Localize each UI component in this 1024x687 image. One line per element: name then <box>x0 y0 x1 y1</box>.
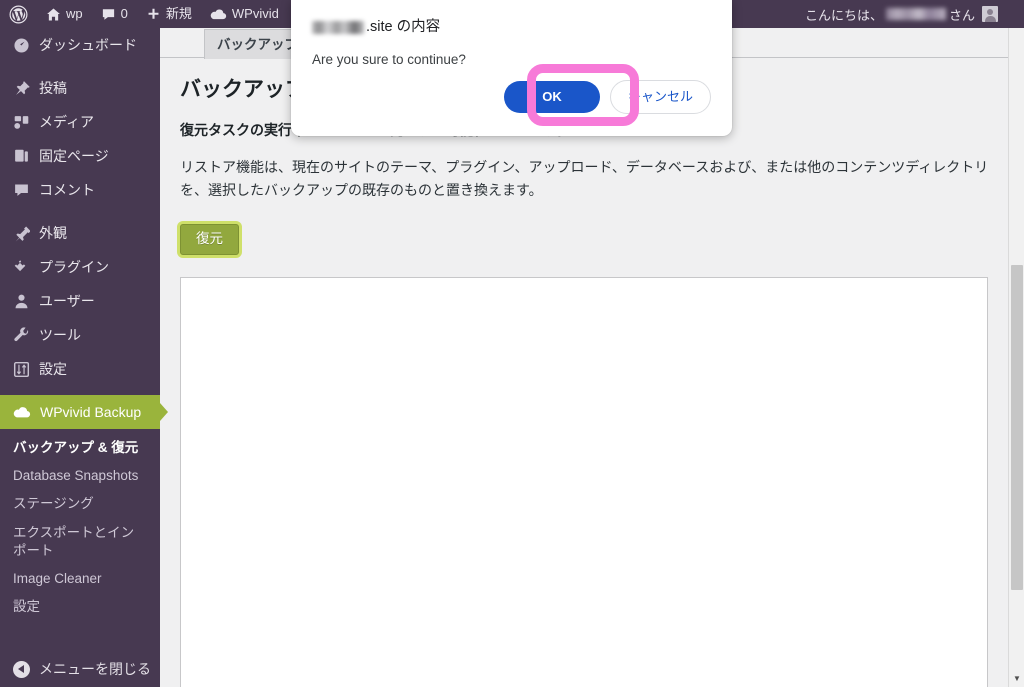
sidebar-item-label: 固定ページ <box>39 148 109 164</box>
scrollbar-thumb[interactable] <box>1011 265 1023 590</box>
site-name-label: wp <box>66 6 83 21</box>
sidebar-item-settings[interactable]: 設定 <box>0 352 160 386</box>
sidebar-item-label: ダッシュボード <box>39 37 137 53</box>
sidebar-item-label: プラグイン <box>39 259 109 275</box>
comments-menu[interactable]: 0 <box>92 0 137 28</box>
submenu-item-settings[interactable]: 設定 <box>0 593 160 621</box>
cloud-icon <box>13 405 31 420</box>
cancel-button[interactable]: キャンセル <box>609 80 711 115</box>
submenu-item-backup-restore[interactable]: バックアップ & 復元 <box>0 434 160 462</box>
sidebar-item-posts[interactable]: 投稿 <box>0 71 160 105</box>
sidebar-item-plugins[interactable]: プラグイン <box>0 250 160 284</box>
cloud-icon <box>210 7 227 22</box>
tools-icon <box>13 326 30 344</box>
greeting-suffix: さん <box>948 7 975 23</box>
wordpress-logo-menu[interactable] <box>0 0 37 28</box>
dialog-message: Are you sure to continue? <box>312 51 466 67</box>
scroll-down-arrow-icon[interactable]: ▼ <box>1009 670 1024 686</box>
plugin-icon <box>13 259 30 276</box>
sidebar-item-users[interactable]: ユーザー <box>0 284 160 318</box>
comment-bubble-icon <box>101 7 116 22</box>
site-name-menu[interactable]: wp <box>37 0 92 28</box>
dialog-title: .site の内容 <box>312 18 711 37</box>
blurred-site-domain <box>312 20 364 34</box>
sidebar-item-label: コメント <box>39 182 95 198</box>
new-content-label: 新規 <box>165 6 192 21</box>
submenu-item-staging[interactable]: ステージング <box>0 490 160 518</box>
home-icon <box>46 7 61 22</box>
greeting-prefix: こんにちは、 <box>804 7 883 23</box>
wpvivid-submenu: バックアップ & 復元 Database Snapshots ステージング エク… <box>0 429 160 625</box>
confirm-dialog: .site の内容 Are you sure to continue? OK キ… <box>291 0 732 136</box>
sidebar-item-appearance[interactable]: 外観 <box>0 216 160 250</box>
collapse-menu-button[interactable]: メニューを閉じる <box>0 659 151 679</box>
sidebar-item-tools[interactable]: ツール <box>0 318 160 352</box>
comment-icon <box>13 182 30 199</box>
sidebar-item-comments[interactable]: コメント <box>0 173 160 207</box>
dashboard-icon <box>13 37 30 54</box>
page-icon <box>13 148 30 165</box>
sidebar-item-label: メディア <box>39 114 95 130</box>
warning-lead-head: 復元タスクの実行中 <box>180 122 306 139</box>
blurred-username <box>885 8 946 20</box>
dialog-title-suffix: .site の内容 <box>366 19 441 35</box>
submenu-item-export-import[interactable]: エクスポートとインポート <box>0 519 160 565</box>
menu-separator <box>0 386 160 395</box>
app-root: wp 0 新規 WPvivid こんにちは、 さん ダッシュボード 投稿 メディ… <box>0 0 1024 687</box>
sidebar-item-media[interactable]: メディア <box>0 105 160 139</box>
menu-separator <box>0 207 160 216</box>
plus-icon <box>146 7 161 22</box>
sidebar-item-dashboard[interactable]: ダッシュボード <box>0 28 160 62</box>
wordpress-logo-icon <box>9 5 28 24</box>
comments-count: 0 <box>120 6 128 21</box>
backup-list-panel <box>180 277 988 687</box>
restore-description: リストア機能は、現在のサイトのテーマ、プラグイン、アップロード、データベースおよ… <box>180 159 989 199</box>
sidebar-item-label: 投稿 <box>39 80 67 96</box>
account-menu[interactable]: こんにちは、 さん <box>805 5 1024 24</box>
wpvivid-adminbar-menu[interactable]: WPvivid <box>201 0 288 28</box>
admin-sidebar: ダッシュボード 投稿 メディア 固定ページ コメント 外観 プラグイン ユーザー… <box>0 28 168 687</box>
collapse-menu-label: メニューを閉じる <box>39 661 151 677</box>
page-scrollbar[interactable]: ▲ ▼ <box>1008 0 1024 687</box>
sidebar-item-pages[interactable]: 固定ページ <box>0 139 160 173</box>
sidebar-item-label: ユーザー <box>39 293 95 309</box>
settings-icon <box>13 361 30 378</box>
dialog-actions: OK キャンセル <box>503 80 711 115</box>
restore-button[interactable]: 復元 <box>180 224 239 256</box>
user-icon <box>13 293 30 310</box>
submenu-item-database-snapshots[interactable]: Database Snapshots <box>0 462 160 490</box>
appearance-icon <box>13 225 31 242</box>
sidebar-item-label: 外観 <box>39 225 67 241</box>
menu-separator <box>0 62 160 71</box>
sidebar-item-label: WPvivid Backup <box>40 404 142 420</box>
chevron-left-icon <box>13 660 30 678</box>
ok-button[interactable]: OK <box>503 81 600 114</box>
sidebar-item-wpvivid-backup[interactable]: WPvivid Backup <box>0 395 168 429</box>
submenu-item-image-cleaner[interactable]: Image Cleaner <box>0 565 160 593</box>
sidebar-item-label: 設定 <box>39 361 67 377</box>
pin-icon <box>13 80 30 97</box>
wpvivid-adminbar-label: WPvivid <box>231 6 279 21</box>
page-body: バックアップを 復元タスクの実行中せぬエラーが発生する可能性があります。 リスト… <box>160 58 1024 687</box>
media-icon <box>13 114 30 131</box>
avatar <box>982 6 998 22</box>
new-content-menu[interactable]: 新規 <box>137 0 201 28</box>
sidebar-item-label: ツール <box>39 327 81 343</box>
